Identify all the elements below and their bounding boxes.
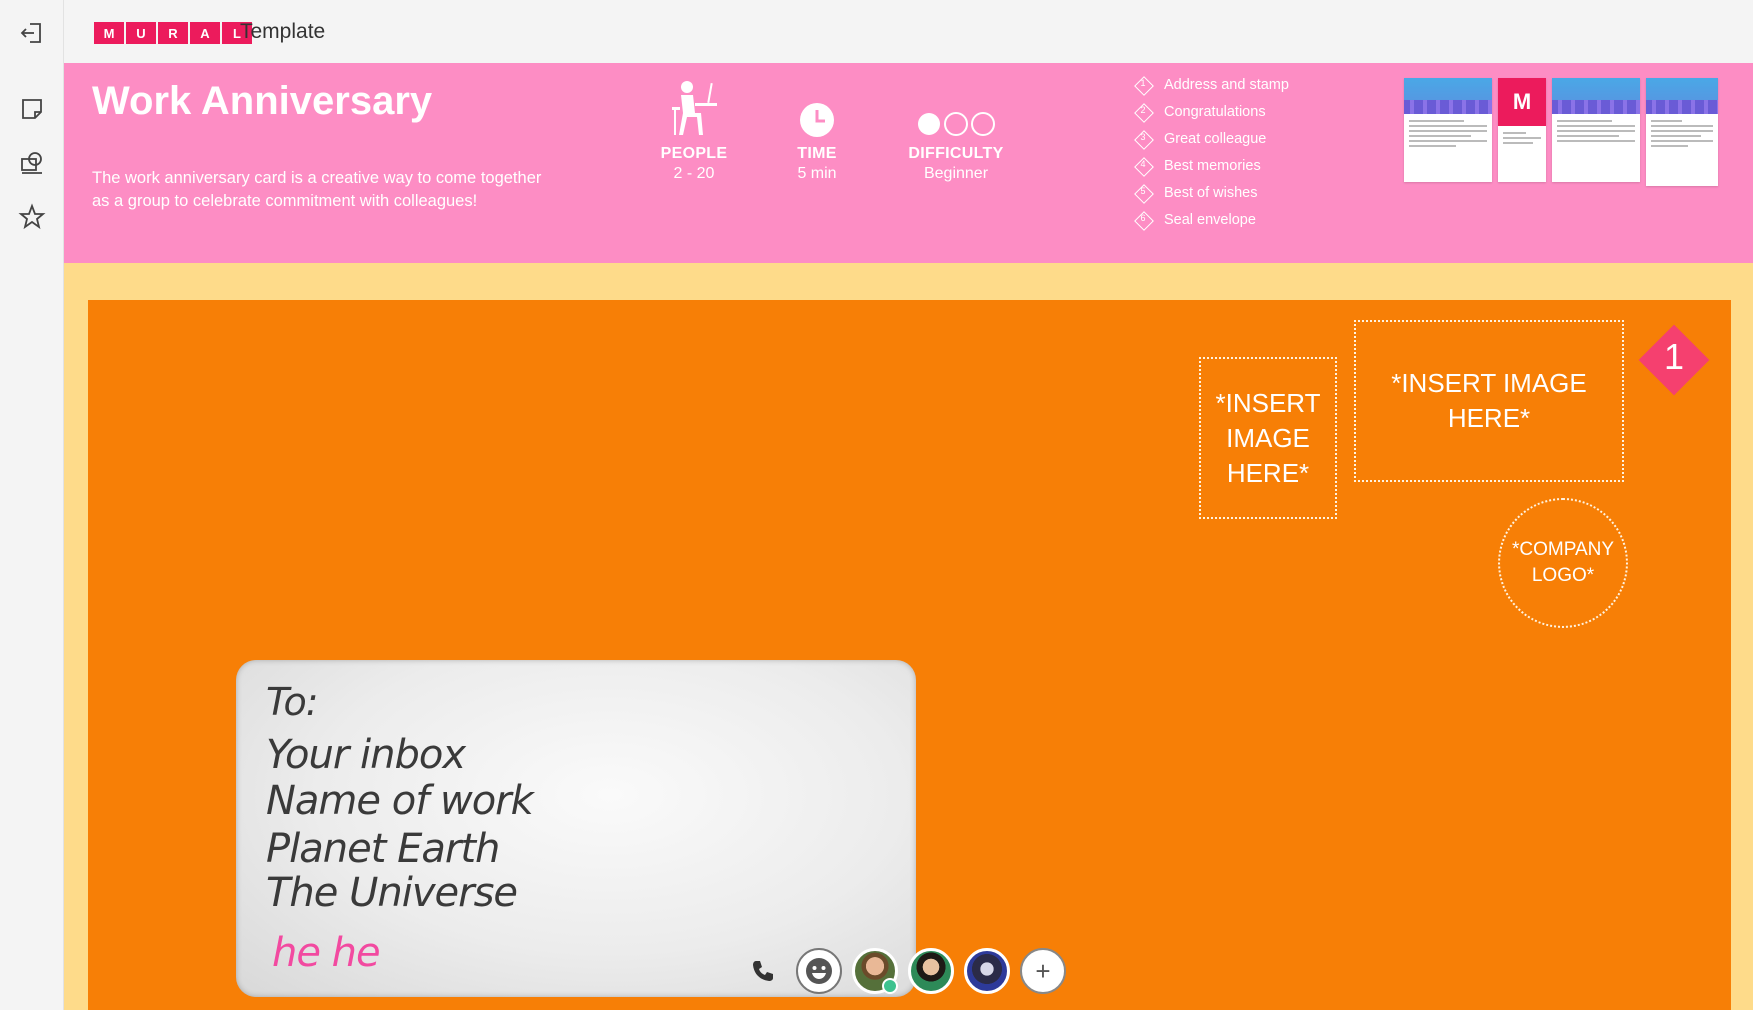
preview-thumbnail[interactable] <box>1646 78 1718 186</box>
step-item[interactable]: 6 Seal envelope <box>1134 206 1289 233</box>
time-stat: TIME 5 min <box>747 75 887 183</box>
logo-letter: R <box>158 22 188 44</box>
step-item[interactable]: 2 Congratulations <box>1134 98 1289 125</box>
star-icon[interactable] <box>12 197 52 237</box>
handwritten-note: he he <box>272 930 381 976</box>
envelope-area[interactable]: *INSERT IMAGE HERE* *INSERT IMAGE HERE* … <box>88 300 1731 1010</box>
step-label: Great colleague <box>1164 130 1267 147</box>
step-item[interactable]: 1 Address and stamp <box>1134 71 1289 98</box>
reaction-icon[interactable] <box>796 948 842 994</box>
difficulty-dots-icon <box>886 75 1026 139</box>
image-placeholder-small[interactable]: *INSERT IMAGE HERE* <box>1199 357 1337 519</box>
template-title: Work Anniversary <box>92 79 433 123</box>
presence-badge-icon <box>882 978 898 994</box>
step-label: Seal envelope <box>1164 211 1256 228</box>
people-stat: PEOPLE 2 - 20 <box>624 75 764 183</box>
collaborator-avatar[interactable] <box>908 948 954 994</box>
people-value: 2 - 20 <box>673 165 715 182</box>
logo-letter: M <box>94 22 124 44</box>
logo-letter: U <box>126 22 156 44</box>
step-item[interactable]: 3 Great colleague <box>1134 125 1289 152</box>
time-value: 5 min <box>797 165 837 182</box>
step-item[interactable]: 4 Best memories <box>1134 152 1289 179</box>
template-description: The work anniversary card is a creative … <box>92 169 542 210</box>
left-toolbar <box>0 0 64 1010</box>
step-diamond-icon: 3 <box>1134 130 1152 148</box>
address-line: Planet Earth <box>266 826 500 872</box>
clock-icon <box>747 75 887 139</box>
shapes-icon[interactable] <box>12 143 52 183</box>
mural-logo[interactable]: M U R A L <box>94 22 252 44</box>
image-placeholder-stamp[interactable]: *INSERT IMAGE HERE* <box>1354 320 1624 482</box>
people-label: PEOPLE <box>660 145 728 162</box>
person-at-desk-icon <box>624 75 764 139</box>
step-diamond-icon: 5 <box>1134 184 1152 202</box>
collaboration-bar: + <box>740 948 1066 994</box>
step-diamond-icon: 2 <box>1134 103 1152 121</box>
step-diamond-icon: 4 <box>1134 157 1152 175</box>
step-item[interactable]: 5 Best of wishes <box>1134 179 1289 206</box>
template-preview-thumbnails: M <box>1404 78 1718 186</box>
step-label: Address and stamp <box>1164 76 1289 93</box>
mural-m-logo: M <box>1498 78 1546 126</box>
preview-thumbnail[interactable] <box>1404 78 1492 182</box>
preview-thumbnail[interactable] <box>1552 78 1640 182</box>
steps-list: 1 Address and stamp 2 Congratulations 3 Gre… <box>1134 71 1289 233</box>
company-logo-placeholder[interactable]: *COMPANY LOGO* <box>1498 498 1628 628</box>
step-number: 1 <box>1663 336 1685 377</box>
difficulty-value: Beginner <box>923 165 989 182</box>
sticky-note-icon[interactable] <box>12 89 52 129</box>
collaborator-avatar[interactable] <box>964 948 1010 994</box>
address-line: Name of work <box>266 778 534 824</box>
exit-icon[interactable] <box>12 13 52 53</box>
preview-thumbnail[interactable]: M <box>1498 78 1546 182</box>
address-window[interactable]: To: Your inbox Name of work Planet Earth… <box>236 660 916 997</box>
mural-canvas[interactable]: *INSERT IMAGE HERE* *INSERT IMAGE HERE* … <box>64 263 1753 1010</box>
collaborator-avatar[interactable] <box>852 948 898 994</box>
address-line: Your inbox <box>266 732 466 778</box>
step-diamond-icon: 1 <box>1134 76 1152 94</box>
step-diamond-icon: 6 <box>1134 211 1152 229</box>
header-bar: M U R A L Template <box>64 0 1753 63</box>
address-to: To: <box>266 680 319 724</box>
add-collaborator-button[interactable]: + <box>1020 948 1066 994</box>
phone-icon[interactable] <box>740 948 786 994</box>
mural-title[interactable]: Template <box>240 20 325 44</box>
step-label: Best of wishes <box>1164 184 1258 201</box>
step-number-badge: 1 <box>1638 324 1710 396</box>
step-label: Best memories <box>1164 157 1261 174</box>
difficulty-label: DIFFICULTY <box>908 145 1004 162</box>
logo-letter: A <box>190 22 220 44</box>
address-line: The Universe <box>266 870 518 916</box>
difficulty-stat: DIFFICULTY Beginner <box>886 75 1026 183</box>
template-banner: Work Anniversary The work anniversary ca… <box>64 63 1753 263</box>
time-label: TIME <box>797 145 837 162</box>
step-label: Congratulations <box>1164 103 1266 120</box>
